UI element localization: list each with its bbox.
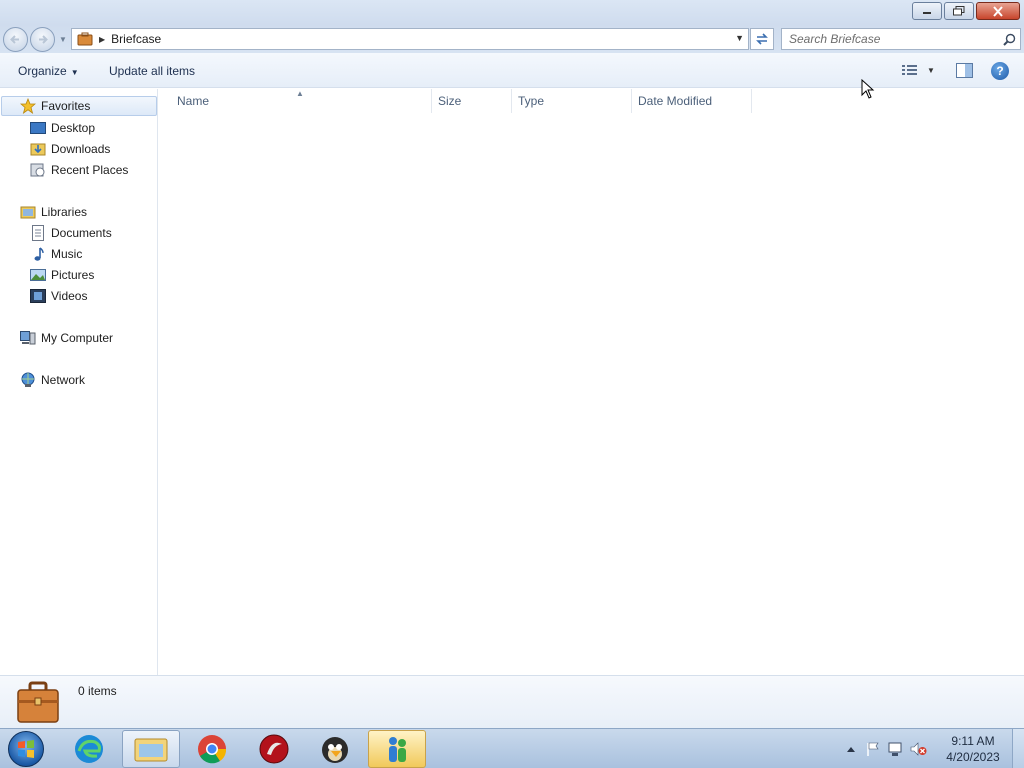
address-row: ▼ ▶ Briefcase ▼: [0, 25, 1024, 53]
edge-icon: [75, 735, 103, 763]
volume-muted-icon[interactable]: [909, 741, 927, 757]
system-tray: [845, 729, 927, 768]
taskbar-chrome[interactable]: [183, 730, 241, 768]
red-swirl-icon: [259, 734, 289, 764]
search-icon[interactable]: [1003, 33, 1016, 46]
nav-libraries[interactable]: Libraries: [20, 202, 87, 222]
chrome-icon: [198, 735, 227, 764]
column-header-size[interactable]: Size: [432, 89, 512, 113]
nav-documents-label: Documents: [51, 226, 112, 240]
column-header-date-modified[interactable]: Date Modified: [632, 89, 752, 113]
minimize-icon: [923, 12, 931, 14]
back-arrow-icon: [10, 35, 19, 44]
close-button[interactable]: [976, 2, 1020, 20]
back-button[interactable]: [3, 27, 28, 52]
angry-bird-icon: [322, 737, 348, 763]
navigation-pane: Favorites Desktop Downloads Recent Place…: [0, 89, 158, 675]
chevron-down-icon: ▼: [70, 68, 79, 77]
search-input[interactable]: [789, 32, 989, 46]
libraries-icon: [20, 204, 36, 220]
details-pane: 0 items: [0, 675, 1024, 728]
desktop-icon: [30, 120, 46, 136]
clock-date: 4/20/2023: [946, 750, 1000, 764]
refresh-icon: [756, 33, 768, 45]
nav-documents[interactable]: Documents: [30, 223, 112, 243]
downloads-folder-icon: [30, 141, 46, 157]
star-icon: [20, 98, 36, 114]
column-header-type[interactable]: Type: [512, 89, 632, 113]
close-icon: [993, 5, 1003, 17]
nav-videos[interactable]: Videos: [30, 286, 87, 306]
mouse-pointer-icon: [861, 79, 875, 99]
nav-favorites-label: Favorites: [41, 99, 91, 113]
clock-time: 9:11 AM: [951, 734, 995, 748]
change-view-icon[interactable]: [902, 64, 918, 76]
briefcase-folder-icon: [77, 32, 93, 46]
nav-recent-places[interactable]: Recent Places: [30, 160, 128, 180]
start-button[interactable]: [8, 731, 44, 767]
organize-button[interactable]: Organize ▼: [18, 64, 79, 78]
help-icon[interactable]: ?: [991, 62, 1009, 80]
breadcrumb-arrow-icon[interactable]: ▶: [99, 35, 105, 44]
nav-music[interactable]: Music: [30, 244, 82, 264]
windows-logo-icon: [18, 740, 34, 758]
nav-pictures-label: Pictures: [51, 268, 95, 282]
forward-button[interactable]: [30, 27, 55, 52]
pictures-icon: [30, 267, 46, 283]
sort-ascending-icon: ▲: [296, 89, 304, 98]
breadcrumb-briefcase[interactable]: Briefcase: [111, 32, 161, 46]
recent-pages-dropdown[interactable]: ▼: [59, 35, 67, 44]
taskbar: 9:11 AM 4/20/2023: [0, 728, 1024, 768]
taskbar-edge[interactable]: [60, 730, 118, 768]
nav-downloads-label: Downloads: [51, 142, 111, 156]
briefcase-icon: [17, 681, 59, 723]
taskbar-bird-app[interactable]: [306, 730, 364, 768]
action-center-flag-icon[interactable]: [865, 741, 881, 757]
show-hidden-icons-icon[interactable]: [845, 744, 857, 754]
nav-videos-label: Videos: [51, 289, 88, 303]
nav-downloads[interactable]: Downloads: [30, 139, 110, 159]
item-count: 0 items: [78, 684, 117, 698]
music-note-icon: [30, 246, 46, 262]
nav-network-label: Network: [41, 373, 86, 387]
show-desktop-button[interactable]: [1012, 729, 1024, 768]
documents-icon: [30, 225, 46, 241]
videos-icon: [30, 288, 46, 304]
network-icon: [20, 372, 36, 388]
nav-my-computer-label: My Computer: [41, 331, 114, 345]
view-options-dropdown-icon[interactable]: ▼: [927, 66, 935, 75]
nav-favorites[interactable]: Favorites: [1, 96, 157, 116]
nav-pictures[interactable]: Pictures: [30, 265, 94, 285]
nav-music-label: Music: [51, 247, 83, 261]
preview-pane-icon[interactable]: [956, 63, 973, 78]
recent-places-icon: [30, 162, 46, 178]
address-dropdown-icon[interactable]: ▼: [735, 33, 744, 43]
update-all-items-button[interactable]: Update all items: [109, 64, 195, 78]
restore-button[interactable]: [944, 2, 974, 20]
file-list-area[interactable]: Name ▲ Size Type Date Modified: [159, 89, 1024, 675]
nav-desktop-label: Desktop: [51, 121, 96, 135]
nav-recent-places-label: Recent Places: [51, 163, 129, 177]
organize-label: Organize: [18, 64, 67, 78]
taskbar-file-explorer[interactable]: [122, 730, 180, 768]
taskbar-red-app[interactable]: [245, 730, 303, 768]
minimize-button[interactable]: [912, 2, 942, 20]
refresh-button[interactable]: [750, 28, 774, 50]
folder-icon: [134, 738, 168, 762]
window-titlebar[interactable]: [0, 0, 1024, 25]
system-clock[interactable]: 9:11 AM 4/20/2023: [940, 733, 1006, 765]
computer-icon: [20, 330, 36, 346]
search-box[interactable]: [781, 28, 1021, 50]
nav-network[interactable]: Network: [20, 370, 85, 390]
network-tray-icon[interactable]: [887, 741, 903, 757]
restore-icon: [953, 6, 965, 16]
forward-arrow-icon: [39, 35, 48, 44]
nav-my-computer[interactable]: My Computer: [20, 328, 113, 348]
nav-libraries-label: Libraries: [41, 205, 88, 219]
taskbar-people-app[interactable]: [368, 730, 426, 768]
address-bar[interactable]: ▶ Briefcase ▼: [71, 28, 749, 50]
nav-desktop[interactable]: Desktop: [30, 118, 95, 138]
people-icon: [389, 737, 406, 762]
